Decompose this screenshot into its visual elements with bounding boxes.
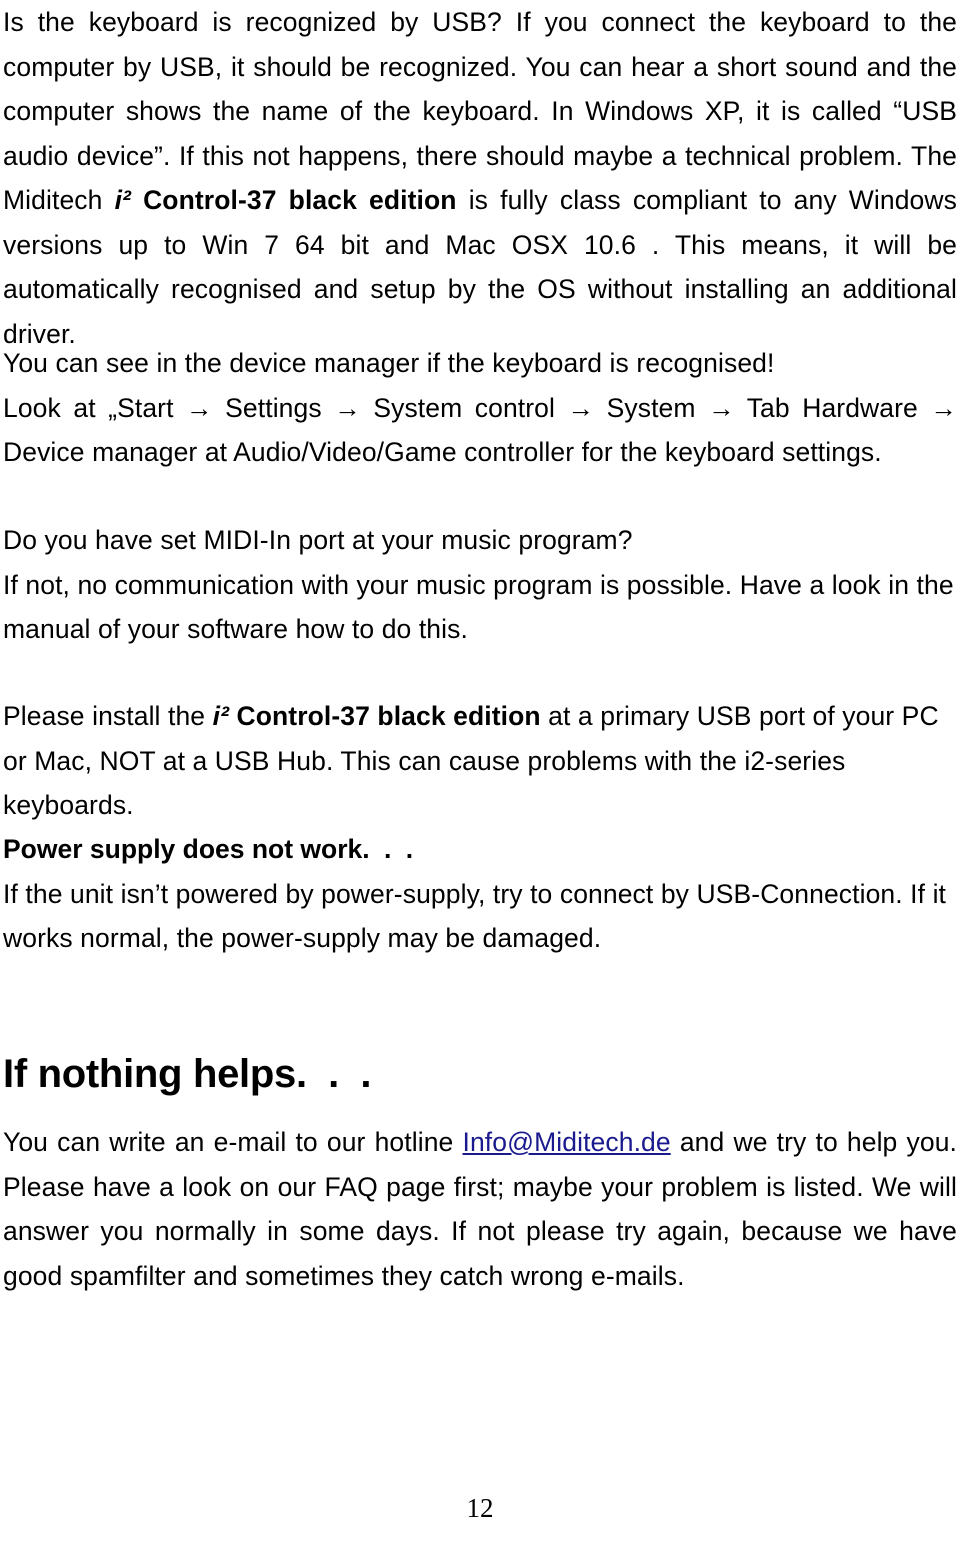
midi-in-line1: Do you have set MIDI-In port at your mus… xyxy=(3,525,633,555)
section-power-supply: Power supply does not work. . . If the u… xyxy=(3,827,957,961)
paragraph-midi-in: Do you have set MIDI-In port at your mus… xyxy=(3,518,957,652)
page-number: 12 xyxy=(466,1493,494,1523)
product-name-italic-2: i² xyxy=(212,701,229,731)
midi-in-line2: If not, no communication with your music… xyxy=(3,569,954,645)
power-supply-heading-text: Power supply does not work xyxy=(3,834,363,864)
email-hotline-link[interactable]: Info@Miditech.de xyxy=(463,1127,671,1157)
usb-port-part1: Please install the xyxy=(3,701,213,731)
paragraph-usb-port: Please install the i² Control-37 black e… xyxy=(3,694,957,828)
product-name-bold: Control-37 black edition xyxy=(130,185,457,215)
paragraph-usb-recognition: Is the keyboard is recognized by USB? If… xyxy=(3,0,957,356)
nothing-helps-body: You can write an e-mail to our hotline I… xyxy=(3,1120,957,1298)
nothing-helps-before-link: You can write an e-mail to our hotline xyxy=(3,1127,463,1157)
product-name-bold-2: Control-37 black edition xyxy=(229,701,541,731)
nothing-helps-heading-text: If nothing helps xyxy=(3,1052,296,1096)
document-page: Is the keyboard is recognized by USB? If… xyxy=(0,0,960,1542)
power-supply-heading-ellipsis: . . . xyxy=(362,834,417,864)
section-nothing-helps-heading: If nothing helps. . . xyxy=(3,1048,957,1100)
device-manager-line2: Look at „Start → Settings → System contr… xyxy=(3,392,957,468)
usb-recognition-part1: Is the keyboard is recognized by USB? If… xyxy=(3,7,957,215)
power-supply-body: If the unit isn’t powered by power-suppl… xyxy=(3,878,947,954)
usb-recognition-text: Is the keyboard is recognized by USB? If… xyxy=(3,0,957,356)
paragraph-device-manager: You can see in the device manager if the… xyxy=(3,341,957,475)
nothing-helps-heading-ellipsis: . . . xyxy=(295,1052,377,1096)
power-supply-heading: Power supply does not work. . . xyxy=(3,827,957,872)
usb-port-text: Please install the i² Control-37 black e… xyxy=(3,694,957,828)
section-nothing-helps-body: You can write an e-mail to our hotline I… xyxy=(3,1120,957,1298)
nothing-helps-heading: If nothing helps. . . xyxy=(3,1048,957,1100)
device-manager-line1: You can see in the device manager if the… xyxy=(3,348,775,378)
product-name-italic: i² xyxy=(114,185,131,215)
